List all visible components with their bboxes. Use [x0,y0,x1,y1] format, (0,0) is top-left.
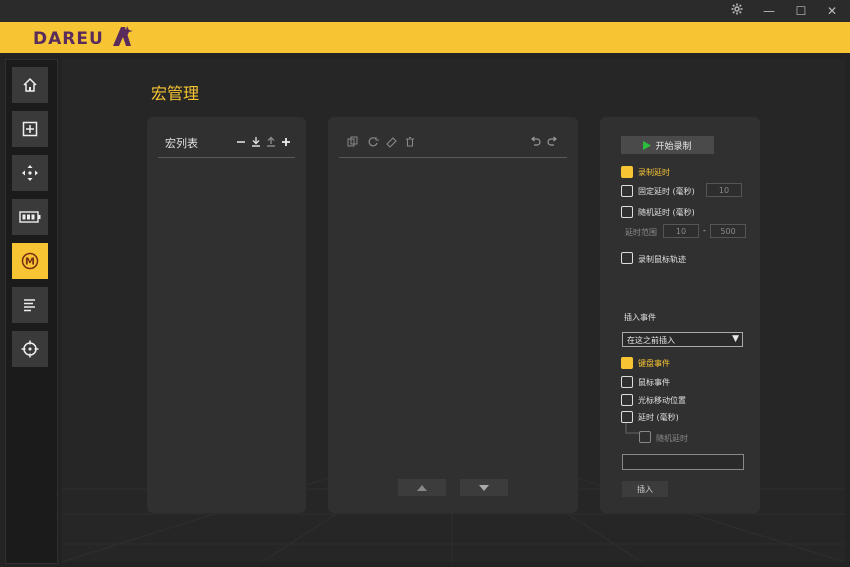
record-mouse-track-label: 录制鼠标轨迹 [638,255,686,264]
divider [339,157,567,158]
add-icon[interactable] [282,138,290,146]
fixed-delay-label: 固定延时 (毫秒) [638,187,695,196]
tree-connector [625,423,639,434]
delay-event-radio[interactable] [621,411,633,423]
insert-value-input[interactable] [622,454,744,470]
brand-logo: DAREU [33,29,104,49]
delay-range-min-input[interactable]: 10 [663,224,699,238]
settings-gear-icon[interactable] [722,0,752,22]
delay-range-max-input[interactable]: 500 [710,224,746,238]
cursor-move-radio[interactable] [621,394,633,406]
start-record-label: 开始录制 [655,141,692,152]
record-delay-checkbox[interactable] [621,166,633,178]
mouse-event-label: 鼠标事件 [638,378,670,387]
record-delay-label: 录制延时 [638,168,670,177]
delay-range-label: 延时范围 [625,228,657,237]
insert-random-delay-checkbox[interactable] [639,431,651,443]
record-mouse-track-checkbox[interactable] [621,252,633,264]
random-delay-checkbox[interactable] [621,206,633,218]
sidebar-item-battery[interactable] [12,199,48,235]
move-arrows-icon [22,165,38,181]
sidebar-item-home[interactable] [12,67,48,103]
title-bar: — ☐ ✕ [0,0,850,22]
eraser-icon[interactable] [386,137,397,148]
fixed-delay-input[interactable]: 10 [706,183,742,197]
move-up-button[interactable] [398,479,446,496]
maximize-button[interactable]: ☐ [786,0,816,22]
insert-random-delay-label: 随机延时 [656,434,688,443]
page-title: 宏管理 [151,84,200,103]
minimize-button[interactable]: — [754,0,784,22]
editor-toolbar-right [531,136,557,146]
delay-event-label: 延时 (毫秒) [638,413,679,422]
mouse-event-radio[interactable] [621,376,633,388]
sidebar-item-macro[interactable]: M [12,243,48,279]
sidebar-item-move[interactable] [12,155,48,191]
insert-position-value: 在这之前插入 [627,336,675,345]
divider [158,157,295,158]
battery-icon [19,211,41,223]
trash-icon[interactable] [406,136,414,147]
dropdown-arrow-icon: ▼ [732,334,739,344]
sidebar-item-crosshair[interactable] [12,331,48,367]
redo-icon[interactable] [547,136,557,146]
delay-range-separator: - [703,226,706,235]
cursor-move-label: 光标移动位置 [638,396,686,405]
insert-button[interactable]: 插入 [622,481,668,497]
move-down-button[interactable] [460,479,508,496]
keyboard-event-radio[interactable] [621,357,633,369]
crosshair-icon [21,340,39,358]
insert-position-select[interactable]: 在这之前插入 ▼ [622,332,743,347]
macro-list-toolbar [237,136,290,147]
macro-m-icon: M [21,252,39,270]
undo-icon[interactable] [531,136,541,146]
macro-editor-panel [328,117,578,513]
triangle-up-icon [417,484,427,491]
macro-list-panel [147,117,306,513]
sidebar-item-add[interactable] [12,111,48,147]
fixed-delay-checkbox[interactable] [621,185,633,197]
editor-toolbar-left [347,136,414,148]
insert-event-title: 插入事件 [624,313,656,322]
svg-text:M: M [25,257,35,268]
sidebar-item-list[interactable] [12,287,48,323]
import-icon[interactable] [252,137,260,147]
export-icon[interactable] [267,136,275,147]
triangle-down-icon [479,484,489,491]
random-delay-label: 随机延时 (毫秒) [638,208,695,217]
keyboard-event-label: 键盘事件 [638,359,670,368]
close-button[interactable]: ✕ [817,0,847,22]
home-icon [23,77,37,92]
refresh-icon[interactable] [368,137,379,147]
brand-logo-a-icon [113,26,133,46]
macro-list-title: 宏列表 [165,137,198,150]
copy-icon[interactable] [347,136,358,147]
play-icon [643,140,652,150]
plus-box-icon [22,121,38,137]
lines-icon [24,299,35,312]
start-record-button[interactable]: 开始录制 [621,136,714,154]
